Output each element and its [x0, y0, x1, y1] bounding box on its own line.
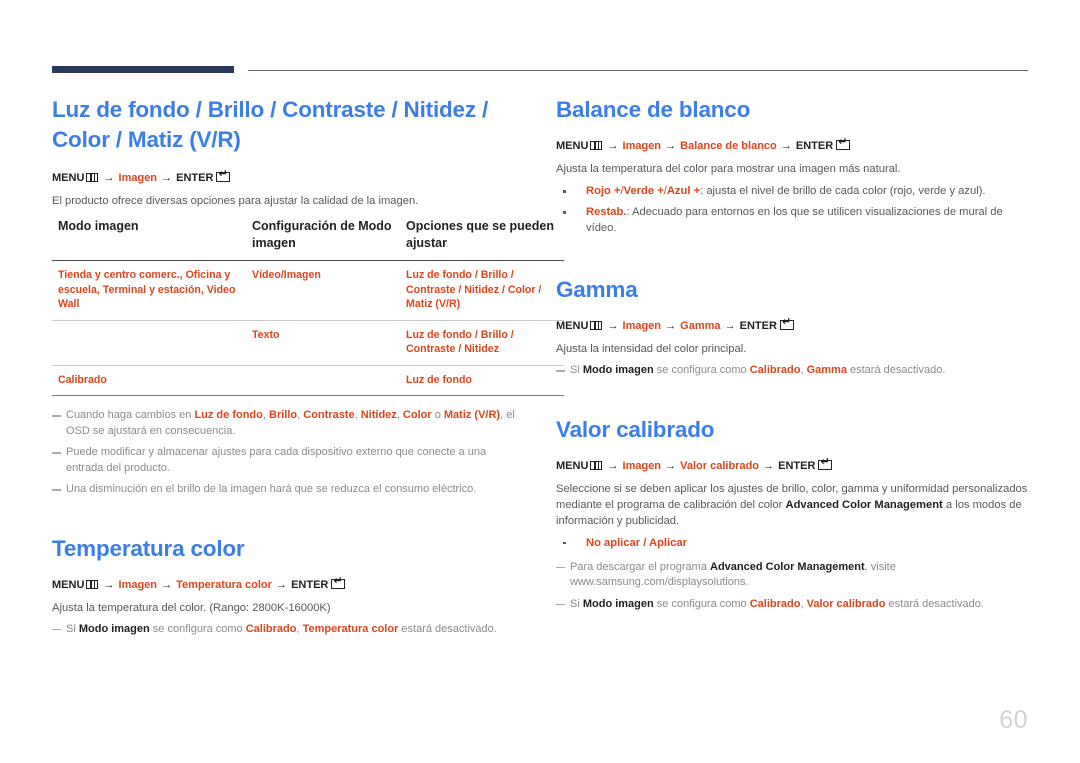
note-item: Puede modificar y almacenar ajustes para… [52, 445, 522, 476]
menu-path-item-imagen: Imagen [622, 320, 662, 332]
note-item: Cuando haga cambios en Luz de fondo, Bri… [52, 408, 522, 439]
enter-key-icon [331, 576, 346, 589]
menu-path-item-balance-de-blanco: Balance de blanco [680, 140, 777, 152]
bullet-list-balance-de-blanco: Rojo +/Verde +/Azul +: ajusta el nivel d… [556, 183, 1028, 236]
arrow-icon: → [103, 172, 115, 184]
menu-path-item-imagen: Imagen [622, 459, 662, 472]
section-intro-valor-calibrado: Seleccione si se deben aplicar los ajust… [556, 482, 1028, 527]
section-heading-balance-de-blanco: Balance de blanco [556, 97, 751, 122]
table-header-row: Modo imagen Configuración de Modo imagen… [52, 218, 564, 261]
note-item: Si Modo imagen se configura como Calibra… [556, 363, 1028, 379]
column-header-opciones: Opciones que se pueden ajustar [400, 218, 564, 261]
cell-mode: Tienda y centro comerc., Oficina y escue… [52, 260, 246, 321]
table-row: Calibrado Luz de fondo [52, 365, 564, 396]
column-header-modo-imagen: Modo imagen [52, 218, 246, 261]
cell-options: Luz de fondo [400, 365, 564, 396]
cell-config: Vídeo/Imagen [246, 260, 400, 321]
menu-label: MENU [52, 578, 85, 591]
list-item: No aplicar / Aplicar [556, 535, 1028, 551]
section-heading-picture-controls: Luz de fondo / Brillo / Contraste / Niti… [52, 97, 489, 152]
enter-key-icon [216, 169, 231, 182]
note-item: Si Modo imagen se configura como Calibra… [52, 622, 522, 638]
menu-grid-icon [86, 173, 99, 182]
enter-label: ENTER [739, 320, 777, 332]
section-heading-valor-calibrado: Valor calibrado [556, 416, 715, 442]
menu-label: MENU [556, 320, 589, 332]
right-column: Balance de blanco MENU → Imagen → Balanc… [556, 95, 1028, 618]
menu-path-item-gamma: Gamma [680, 320, 721, 332]
enter-key-icon [818, 457, 833, 470]
arrow-icon: → [665, 320, 677, 332]
enter-label: ENTER [778, 459, 816, 472]
arrow-icon: → [607, 140, 619, 152]
cell-mode: Calibrado [52, 365, 246, 396]
table-row: Texto Luz de fondo / Brillo / Contraste … [52, 320, 564, 366]
enter-label: ENTER [291, 578, 329, 591]
arrow-icon: → [607, 320, 619, 332]
menu-path-temperatura-color: MENU → Imagen → Temperatura color → ENTE… [52, 576, 522, 593]
list-item: Restab.: Adecuado para entornos en los q… [556, 204, 1028, 236]
arrow-icon: → [276, 578, 287, 591]
menu-path-item-valor-calibrado: Valor calibrado [680, 459, 760, 472]
picture-mode-table: Modo imagen Configuración de Modo imagen… [52, 218, 564, 396]
menu-grid-icon [590, 321, 603, 330]
document-page: Luz de fondo / Brillo / Contraste / Niti… [0, 0, 1080, 763]
cell-options: Luz de fondo / Brillo / Contraste / Niti… [400, 260, 564, 321]
list-item: Rojo +/Verde +/Azul +: ajusta el nivel d… [556, 183, 1028, 199]
header-rule [52, 66, 1028, 76]
menu-path-item-imagen: Imagen [622, 140, 662, 152]
header-rule-thin [248, 70, 1028, 71]
menu-path-gamma: MENU → Imagen → Gamma → ENTER [556, 317, 1028, 334]
section-heading-gamma: Gamma [556, 277, 638, 302]
enter-key-icon [779, 317, 794, 330]
menu-grid-icon [590, 141, 603, 150]
cell-mode [52, 320, 246, 366]
section-intro-picture-controls: El producto ofrece diversas opciones par… [52, 195, 419, 207]
menu-path-item-imagen: Imagen [118, 172, 158, 184]
menu-grid-icon [590, 460, 603, 470]
arrow-icon: → [763, 459, 775, 472]
enter-label: ENTER [176, 172, 214, 184]
menu-label: MENU [556, 140, 589, 152]
section-intro-balance-de-blanco: Ajusta la temperatura del color para mos… [556, 163, 901, 175]
section-intro-gamma: Ajusta la intensidad del color principal… [556, 343, 747, 355]
left-column: Luz de fondo / Brillo / Contraste / Niti… [52, 95, 564, 643]
header-rule-thick [52, 66, 234, 73]
table-row: Tienda y centro comerc., Oficina y escue… [52, 260, 564, 321]
page-number: 60 [999, 706, 1028, 734]
menu-path-item-imagen: Imagen [118, 578, 158, 591]
menu-path-imagen: MENU → Imagen → ENTER [52, 169, 522, 186]
arrow-icon: → [607, 459, 619, 472]
menu-label: MENU [52, 172, 85, 184]
cell-options: Luz de fondo / Brillo / Contraste / Niti… [400, 320, 564, 366]
arrow-icon: → [724, 320, 736, 332]
menu-path-item-temperatura-color: Temperatura color [176, 578, 272, 591]
bullet-list-valor-calibrado: No aplicar / Aplicar [556, 535, 1028, 551]
note-item: Para descargar el programa Advanced Colo… [556, 560, 1028, 591]
cell-config: Texto [246, 320, 400, 366]
column-header-configuracion: Configuración de Modo imagen [246, 218, 400, 261]
arrow-icon: → [665, 140, 677, 152]
menu-path-valor-calibrado: MENU → Imagen → Valor calibrado → ENTER [556, 457, 1028, 474]
note-item: Si Modo imagen se configura como Calibra… [556, 597, 1028, 613]
arrow-icon: → [103, 578, 115, 591]
arrow-icon: → [161, 578, 173, 591]
menu-label: MENU [556, 459, 589, 472]
note-item: Una disminución en el brillo de la image… [52, 482, 522, 498]
arrow-icon: → [665, 459, 677, 472]
menu-grid-icon [86, 579, 99, 589]
arrow-icon: → [161, 172, 173, 184]
cell-config [246, 365, 400, 396]
option-no-aplicar-aplicar: No aplicar / Aplicar [586, 536, 687, 549]
menu-path-balance-de-blanco: MENU → Imagen → Balance de blanco → ENTE… [556, 137, 1028, 154]
enter-key-icon [836, 137, 851, 150]
section-intro-temperatura-color: Ajusta la temperatura del color. (Rango:… [52, 601, 331, 614]
section-heading-temperatura-color: Temperatura color [52, 535, 245, 561]
arrow-icon: → [780, 140, 792, 152]
enter-label: ENTER [795, 140, 834, 152]
